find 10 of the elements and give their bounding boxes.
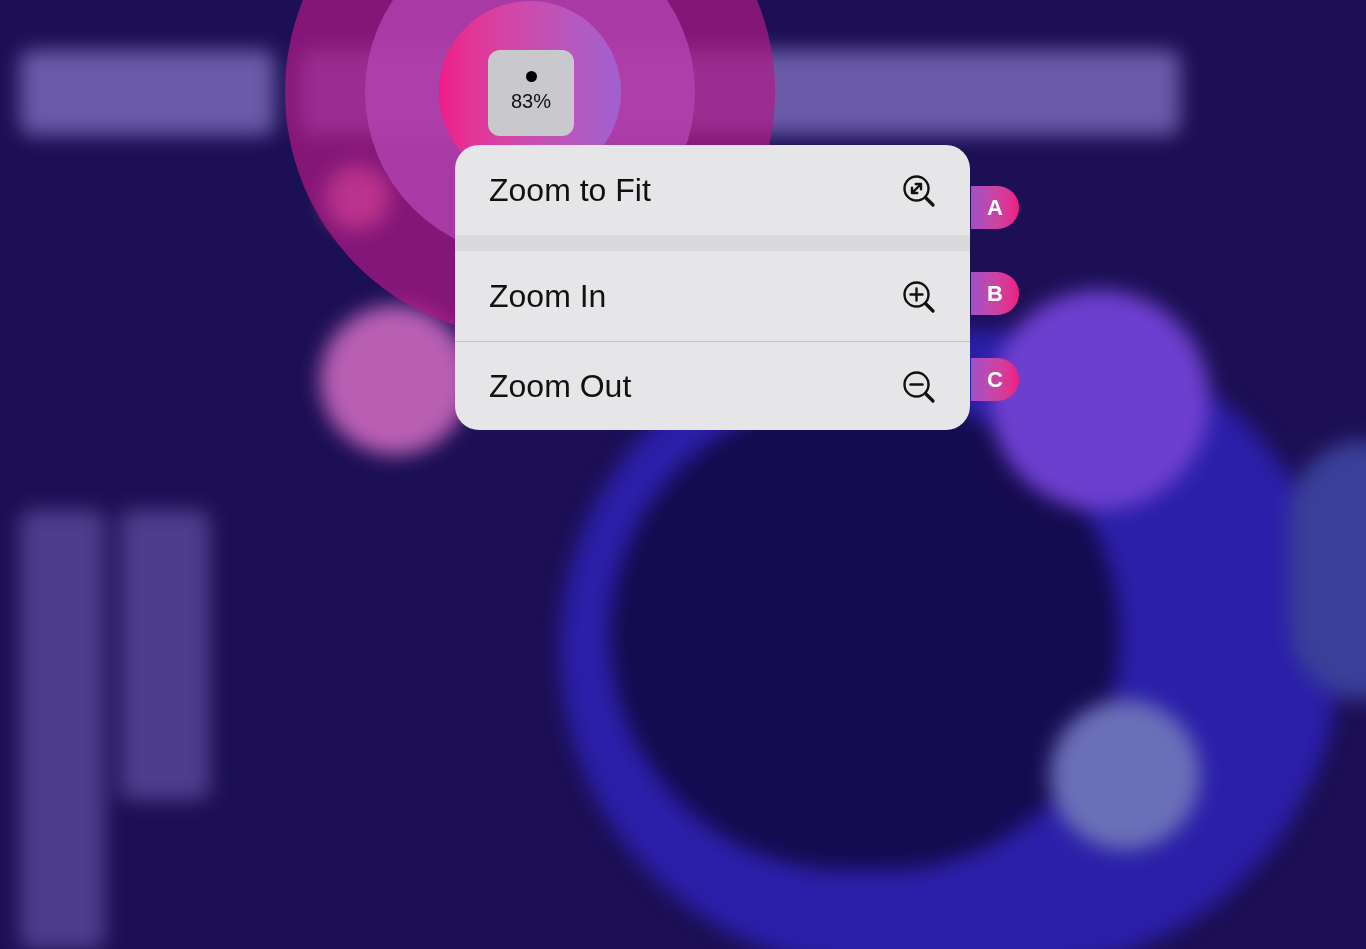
zoom-out-icon [900,368,936,404]
menu-item[interactable]: Zoom In [455,251,970,341]
menu-item[interactable]: Zoom to Fit [455,145,970,235]
zoom-fit-icon [900,172,936,208]
shortcut-badge: A [971,186,1019,229]
shortcut-badge: B [971,272,1019,315]
menu-item[interactable]: Zoom Out [455,341,970,430]
zoom-in-icon [900,278,936,314]
zoom-level-button[interactable]: 83% [488,50,574,136]
shortcut-badge: C [971,358,1019,401]
